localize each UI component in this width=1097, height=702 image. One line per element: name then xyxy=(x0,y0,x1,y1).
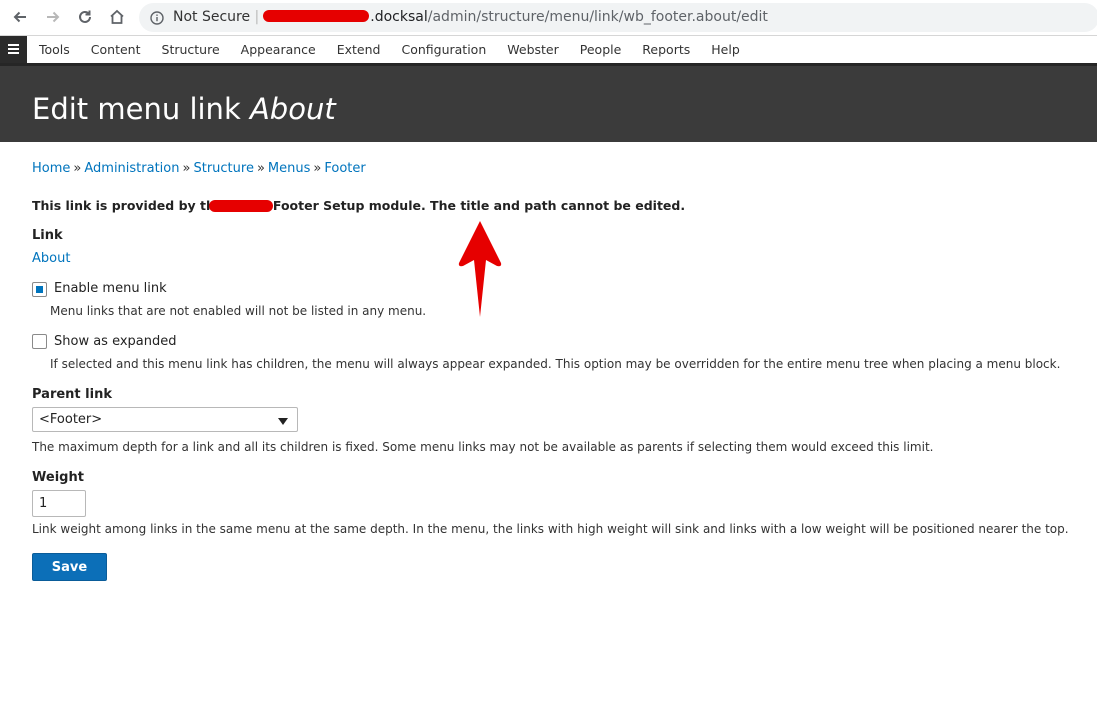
admin-toolbar: Tools Content Structure Appearance Exten… xyxy=(0,36,1097,64)
info-icon[interactable] xyxy=(150,10,164,25)
page-title: Edit menu link About xyxy=(32,92,336,126)
toolbar-item-appearance[interactable]: Appearance xyxy=(230,36,326,63)
toolbar-item-content[interactable]: Content xyxy=(80,36,151,63)
url-text: Not Secure | .docksal/admin/structure/men… xyxy=(173,9,768,25)
toolbar-item-structure[interactable]: Structure xyxy=(151,36,230,63)
address-bar[interactable]: Not Secure | .docksal/admin/structure/men… xyxy=(139,3,1097,32)
page-title-emphasis: About xyxy=(249,92,336,126)
page-header: Edit menu link About xyxy=(0,63,1097,142)
provider-notice: This link is provided by th Footer Setup … xyxy=(32,198,685,214)
toolbar-item-reports[interactable]: Reports xyxy=(631,36,700,63)
hamburger-menu-icon[interactable] xyxy=(0,36,27,63)
breadcrumb-separator: » xyxy=(313,161,322,176)
parent-link-label: Parent link xyxy=(32,387,112,402)
breadcrumb-home[interactable]: Home xyxy=(32,161,70,176)
redaction-mark xyxy=(263,10,370,22)
notice-text-before: This link is provided by th xyxy=(32,198,215,213)
toolbar-item-webster[interactable]: Webster xyxy=(496,36,569,63)
breadcrumb-separator: » xyxy=(73,161,82,176)
toolbar-item-configuration[interactable]: Configuration xyxy=(390,36,496,63)
weight-label: Weight xyxy=(32,470,84,485)
dropdown-arrow-icon xyxy=(278,418,288,425)
enable-menu-link-description: Menu links that are not enabled will not… xyxy=(50,304,427,318)
annotation-arrow-icon xyxy=(456,219,506,323)
toolbar-item-help[interactable]: Help xyxy=(700,36,750,63)
enable-menu-link-label[interactable]: Enable menu link xyxy=(54,281,167,296)
breadcrumb-administration[interactable]: Administration xyxy=(84,161,179,176)
home-icon[interactable] xyxy=(108,8,126,26)
toolbar-item-people[interactable]: People xyxy=(569,36,632,63)
parent-link-description: The maximum depth for a link and all its… xyxy=(32,440,934,454)
link-label: Link xyxy=(32,228,63,243)
weight-description: Link weight among links in the same menu… xyxy=(32,522,1069,536)
breadcrumb-menus[interactable]: Menus xyxy=(268,161,310,176)
breadcrumb: Home» Administration» Structure» Menus» Foot… xyxy=(32,161,366,176)
parent-link-select[interactable]: <Footer> xyxy=(32,407,298,432)
enable-menu-link-checkbox[interactable] xyxy=(32,282,47,297)
reload-icon[interactable] xyxy=(76,8,94,26)
back-arrow-icon[interactable] xyxy=(11,8,29,26)
toolbar-items: Tools Content Structure Appearance Exten… xyxy=(28,36,750,63)
breadcrumb-footer[interactable]: Footer xyxy=(324,161,365,176)
breadcrumb-separator: » xyxy=(256,161,265,176)
breadcrumb-separator: » xyxy=(182,161,191,176)
security-label: Not Secure xyxy=(173,9,251,25)
notice-text-after: Footer Setup module. The title and path … xyxy=(272,198,686,213)
redaction-mark xyxy=(208,199,273,212)
show-expanded-label[interactable]: Show as expanded xyxy=(54,334,177,349)
forward-arrow-icon[interactable] xyxy=(44,8,62,26)
link-value[interactable]: About xyxy=(32,251,70,266)
page-title-prefix: Edit menu link xyxy=(32,92,250,126)
toolbar-item-extend[interactable]: Extend xyxy=(326,36,391,63)
url-path: /admin/structure/menu/link/wb_footer.abo… xyxy=(427,9,768,25)
breadcrumb-structure[interactable]: Structure xyxy=(193,161,253,176)
show-expanded-description: If selected and this menu link has child… xyxy=(50,357,1061,371)
save-button[interactable]: Save xyxy=(32,553,107,581)
weight-input[interactable] xyxy=(32,490,86,517)
url-host: .docksal xyxy=(370,9,428,25)
browser-bar: Not Secure | .docksal/admin/structure/men… xyxy=(0,0,1097,36)
show-expanded-checkbox[interactable] xyxy=(32,334,47,349)
toolbar-item-tools[interactable]: Tools xyxy=(28,36,80,63)
parent-link-selected: <Footer> xyxy=(39,412,103,427)
